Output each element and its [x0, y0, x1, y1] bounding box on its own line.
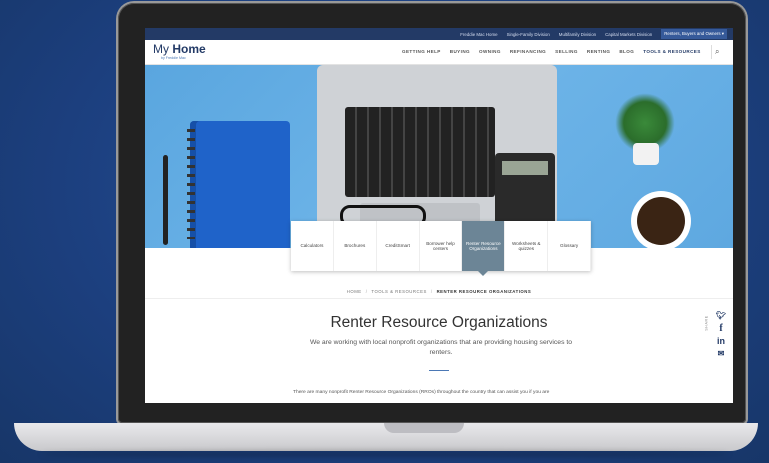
topbar-link-capital-markets[interactable]: Capital Markets Division	[605, 32, 652, 37]
logo[interactable]: My Home	[153, 43, 206, 55]
utility-bar: Freddie Mac Home Single-Family Division …	[145, 28, 733, 40]
keyboard-illustration	[345, 107, 495, 197]
tab-renter-resource-organizations[interactable]: Renter Resource Organizations	[462, 221, 506, 276]
accent-rule	[429, 370, 449, 371]
tab-calculators[interactable]: Calculators	[291, 221, 334, 271]
nav-getting-help[interactable]: GETTING HELP	[402, 49, 441, 54]
tab-glossary[interactable]: Glossary	[548, 221, 592, 271]
laptop-screen: Freddie Mac Home Single-Family Division …	[145, 28, 733, 403]
topbar-link-single-family[interactable]: Single-Family Division	[507, 32, 550, 37]
topbar-link-renters[interactable]: Renters, Buyers and Owners ▾	[661, 29, 727, 39]
tab-brochures[interactable]: Brochures	[334, 221, 377, 271]
twitter-icon[interactable]: 🐦︎	[716, 311, 726, 320]
tab-borrower-help-centers[interactable]: Borrower help centers	[420, 221, 463, 271]
calculator-screen	[502, 161, 548, 175]
breadcrumb-section[interactable]: TOOLS & RESOURCES	[371, 289, 426, 294]
nav-blog[interactable]: BLOG	[619, 49, 634, 54]
search-icon[interactable]: ⌕	[715, 47, 724, 56]
logo-tagline: by Freddie Mac	[161, 56, 186, 60]
breadcrumb-separator: /	[430, 289, 433, 294]
breadcrumb-separator: /	[365, 289, 368, 294]
logo-word-my: My	[153, 42, 169, 56]
nav-buying[interactable]: BUYING	[450, 49, 470, 54]
laptop-notch	[384, 423, 464, 433]
notebook-illustration	[190, 121, 290, 248]
site-header: My Home by Freddie Mac GETTING HELP BUYI…	[145, 40, 733, 65]
section-divider	[145, 298, 733, 299]
nav-divider	[711, 45, 712, 59]
nav-tools-resources[interactable]: TOOLS & RESOURCES	[643, 49, 701, 54]
resource-tabs: Calculators Brochures CreditSmart Borrow…	[291, 221, 592, 276]
tab-creditsmart[interactable]: CreditSmart	[377, 221, 420, 271]
breadcrumb-current: RENTER RESOURCE ORGANIZATIONS	[436, 289, 532, 294]
facebook-icon[interactable]: f	[716, 323, 726, 334]
body-paragraph: There are many nonprofit Renter Resource…	[293, 390, 550, 395]
main-nav: GETTING HELP BUYING OWNING REFINANCING S…	[402, 49, 701, 54]
topbar-link-multifamily[interactable]: Multifamily Division	[559, 32, 596, 37]
topbar-link-home[interactable]: Freddie Mac Home	[460, 32, 497, 37]
notebook-rings	[187, 129, 195, 239]
nav-owning[interactable]: OWNING	[479, 49, 501, 54]
nav-refinancing[interactable]: REFINANCING	[510, 49, 546, 54]
email-icon[interactable]: ✉	[716, 349, 726, 358]
breadcrumb-home[interactable]: HOME	[347, 289, 362, 294]
pen-illustration	[163, 155, 168, 245]
share-label: SHARE	[704, 315, 709, 331]
tab-worksheets-quizzes[interactable]: Worksheets & quizzes	[505, 221, 549, 271]
page-title: Renter Resource Organizations	[330, 314, 548, 331]
linkedin-icon[interactable]: in	[716, 336, 726, 346]
coffee	[637, 197, 685, 245]
logo-word-home: Home	[172, 42, 206, 56]
nav-renting[interactable]: RENTING	[587, 49, 610, 54]
breadcrumb: HOME / TOOLS & RESOURCES / RENTER RESOURCE O…	[145, 289, 733, 294]
page-subtitle: We are working with local nonprofit orga…	[309, 339, 573, 356]
laptop-shadow	[40, 451, 730, 457]
plant-pot	[633, 143, 659, 165]
nav-selling[interactable]: SELLING	[555, 49, 578, 54]
